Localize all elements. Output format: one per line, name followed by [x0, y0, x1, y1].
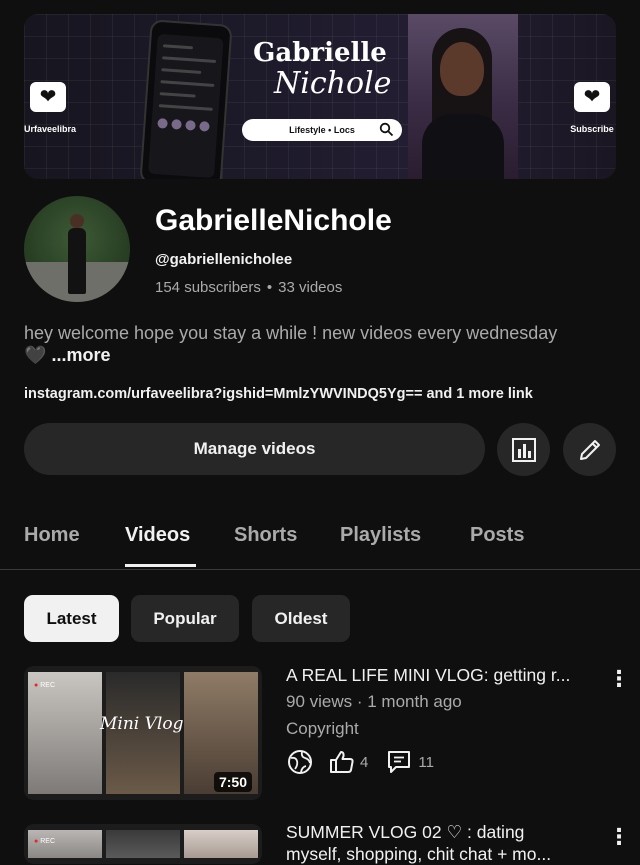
channel-stats: 154 subscribers • 33 videos [155, 279, 343, 296]
chip-oldest[interactable]: Oldest [252, 595, 350, 642]
rec-label: REC [34, 682, 55, 689]
comment-icon [388, 751, 411, 773]
video-thumbnail[interactable]: REC [24, 824, 262, 864]
manage-videos-button[interactable]: Manage videos [24, 423, 485, 475]
globe-icon [288, 750, 312, 774]
more-options-button[interactable]: ⋮ [608, 668, 630, 690]
chip-latest[interactable]: Latest [24, 595, 119, 642]
tab-playlists[interactable]: Playlists [340, 524, 421, 547]
analytics-icon [511, 437, 536, 462]
video-count: 33 videos [278, 279, 343, 296]
video-status: Copyright [286, 719, 359, 738]
subscriber-count: 154 subscribers [155, 279, 261, 296]
banner-left-caption: Urfaveelibra [24, 124, 77, 134]
analytics-button[interactable] [497, 423, 550, 476]
description-emoji: 🖤 [24, 345, 47, 365]
banner-portrait [408, 14, 518, 179]
banner-name-line1: Gabrielle [253, 38, 387, 68]
tab-shorts[interactable]: Shorts [234, 524, 297, 547]
video-meta: 90 views · 1 month ago [286, 692, 462, 711]
channel-description[interactable]: hey welcome hope you stay a while ! new … [24, 322, 624, 366]
tabs-divider [0, 569, 640, 570]
channel-handle: @gabriellenicholee [155, 251, 293, 268]
video-title-line2[interactable]: myself, shopping, chit chat + mo... [286, 844, 596, 865]
rec-label: REC [34, 838, 55, 845]
video-stats-row: 4 11 [286, 747, 434, 777]
like-count: 4 [360, 753, 369, 771]
edit-channel-button[interactable] [563, 423, 616, 476]
active-tab-indicator [125, 564, 196, 567]
like-icon [330, 751, 354, 773]
channel-banner: ❤ Urfaveelibra Gabrielle Nichole Lifesty… [24, 14, 616, 179]
video-title[interactable]: A REAL LIFE MINI VLOG: getting r... [286, 665, 596, 686]
comment-count: 11 [418, 753, 434, 771]
pencil-icon [579, 439, 600, 460]
channel-avatar[interactable] [24, 196, 130, 302]
tab-posts[interactable]: Posts [470, 524, 524, 547]
banner-name-line2: Nichole [274, 66, 392, 101]
channel-link[interactable]: instagram.com/urfaveelibra?igshid=MmlzYW… [24, 386, 533, 402]
banner-pill: Lifestyle • Locs [242, 119, 402, 141]
tab-videos[interactable]: Videos [125, 524, 190, 547]
phone-mockup [139, 19, 233, 179]
tab-home[interactable]: Home [24, 524, 80, 547]
heart-icon: ❤ [30, 82, 66, 112]
video-title[interactable]: SUMMER VLOG 02 ♡ : dating [286, 822, 596, 843]
thumbnail-title: Mini Vlog [100, 714, 184, 734]
video-thumbnail[interactable]: REC Mini Vlog 7:50 [24, 666, 262, 800]
search-icon [379, 122, 394, 137]
more-link[interactable]: ...more [51, 345, 110, 365]
video-duration: 7:50 [213, 772, 252, 792]
description-text: hey welcome hope you stay a while ! new … [24, 323, 558, 343]
heart-icon: ❤ [574, 82, 610, 112]
channel-name: GabrielleNichole [155, 204, 392, 237]
banner-pill-text: Lifestyle • Locs [289, 125, 355, 135]
more-options-button[interactable]: ⋮ [608, 826, 630, 848]
banner-right-caption: Subscribe [570, 124, 614, 134]
chip-popular[interactable]: Popular [131, 595, 239, 642]
